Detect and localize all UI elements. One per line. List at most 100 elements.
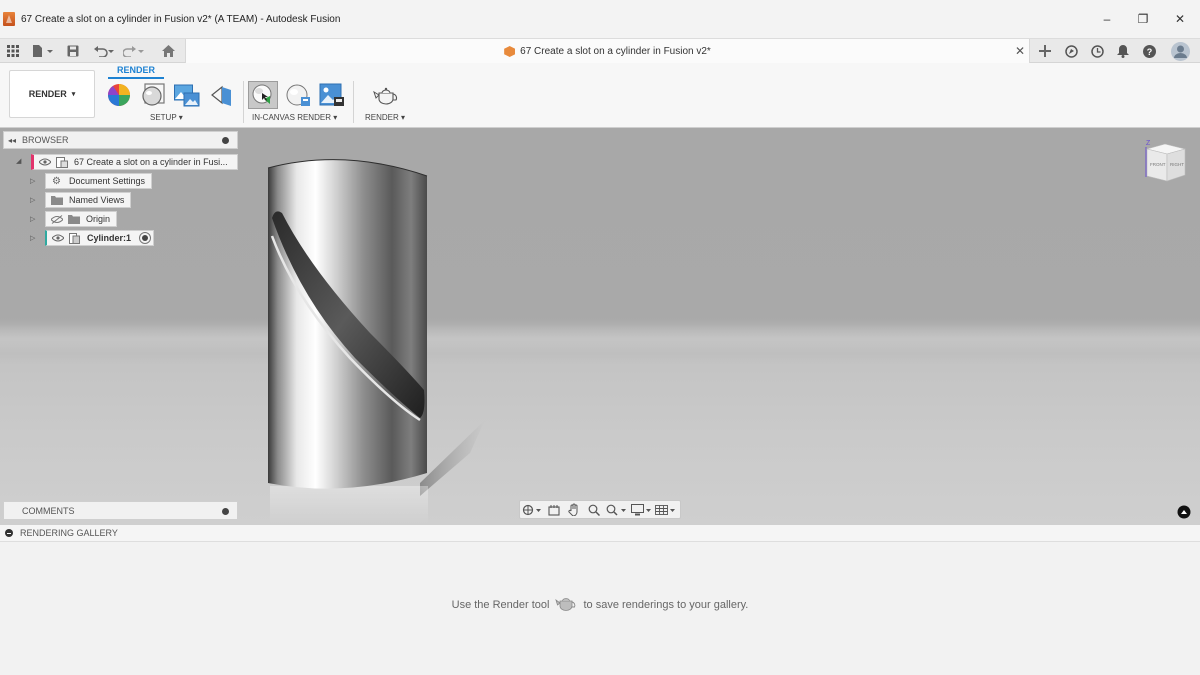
app-grid-icon[interactable]	[6, 43, 20, 59]
fusion-logo-icon	[3, 12, 15, 26]
maximize-button[interactable]: ❐	[1136, 12, 1150, 26]
browser-item-label: Origin	[86, 214, 111, 224]
document-tab[interactable]: 67 Create a slot on a cylinder in Fusion…	[185, 39, 1030, 64]
expand-triangle-icon[interactable]: ▷	[30, 196, 35, 204]
display-settings-icon[interactable]	[630, 501, 654, 518]
collapse-triangle-icon[interactable]: ◢	[16, 157, 21, 165]
look-at-icon[interactable]	[544, 501, 564, 518]
new-tab-plus-icon[interactable]	[1037, 43, 1053, 59]
expand-triangle-icon[interactable]: ▷	[30, 234, 35, 242]
gallery-message-before: Use the Render tool	[451, 598, 550, 611]
workspace-switcher[interactable]: RENDER ▾	[9, 70, 95, 118]
design-document-icon	[504, 46, 516, 57]
scene-settings-icon[interactable]	[174, 83, 200, 107]
pan-hand-icon[interactable]	[564, 501, 584, 518]
hidden-eye-icon[interactable]	[50, 214, 63, 224]
user-avatar-icon[interactable]	[1170, 41, 1190, 61]
visibility-eye-icon[interactable]	[38, 157, 51, 167]
document-settings-chip[interactable]: ⚙ Document Settings	[45, 173, 153, 189]
browser-item-origin[interactable]: ▷ Origin	[30, 211, 118, 227]
job-status-icon[interactable]	[1089, 43, 1105, 59]
gear-icon: ⚙	[52, 175, 61, 187]
title-bar: 67 Create a slot on a cylinder in Fusion…	[0, 0, 1200, 38]
origin-chip[interactable]: Origin	[45, 211, 118, 227]
minimize-button[interactable]: –	[1100, 12, 1114, 26]
browser-item-cylinder[interactable]: ▷ Cylinder:1	[30, 230, 155, 246]
render-teapot-icon[interactable]	[373, 83, 401, 107]
in-canvas-render-settings-icon[interactable]	[285, 83, 310, 107]
comments-add-icon[interactable]	[222, 508, 229, 515]
cylinder-model[interactable]	[0, 128, 1200, 524]
render-teapot-icon	[555, 594, 577, 615]
appearance-icon[interactable]	[107, 83, 131, 107]
view-cube-right-label[interactable]: RIGHT	[1170, 162, 1184, 167]
rendering-gallery-header[interactable]: RENDERING GALLERY	[0, 524, 1200, 542]
gallery-message-after: to save renderings to your gallery.	[583, 598, 749, 611]
browser-item-named-views[interactable]: ▷ Named Views	[30, 192, 132, 208]
render-preview-toggle-icon[interactable]	[1177, 505, 1191, 519]
zoom-icon[interactable]	[584, 501, 604, 518]
in-canvas-render-icon[interactable]	[248, 81, 278, 109]
cylinder-component-chip[interactable]: Cylinder:1	[45, 230, 155, 246]
window-title: 67 Create a slot on a cylinder in Fusion…	[21, 13, 341, 25]
collapse-gallery-icon[interactable]	[5, 529, 13, 537]
browser-collapse-icon[interactable]: ◂◂	[8, 136, 16, 145]
browser-title: BROWSER	[22, 135, 69, 145]
render-group-label[interactable]: RENDER ▾	[365, 113, 405, 122]
view-cube-axis-label: Z	[1146, 140, 1151, 147]
ribbon-toolbar: RENDER ▾ RENDER SETUP ▾ IN-CANVAS RENDER…	[0, 63, 1200, 128]
orbit-icon[interactable]	[520, 501, 544, 518]
close-tab-button[interactable]: ✕	[1015, 44, 1025, 58]
browser-item-label: Document Settings	[69, 176, 146, 186]
rendering-gallery-body: Use the Render tool to save renderings t…	[0, 542, 1200, 675]
close-window-button[interactable]: ✕	[1173, 12, 1187, 26]
browser-panel-header: ◂◂ BROWSER	[3, 131, 238, 149]
comments-panel-header[interactable]: COMMENTS	[3, 501, 238, 520]
browser-item-label: Cylinder:1	[87, 233, 132, 243]
browser-item-document-settings[interactable]: ▷ ⚙ Document Settings	[30, 173, 153, 189]
rendering-gallery-title: RENDERING GALLERY	[20, 528, 118, 538]
save-icon[interactable]	[66, 43, 80, 59]
document-tab-title: 67 Create a slot on a cylinder in Fusion…	[520, 46, 711, 57]
grid-snaps-icon[interactable]	[654, 501, 678, 518]
folder-icon	[50, 195, 63, 206]
file-menu-icon[interactable]	[31, 43, 55, 59]
activate-component-radio-icon[interactable]	[139, 232, 152, 244]
quick-access-toolbar: 67 Create a slot on a cylinder in Fusion…	[0, 38, 1200, 64]
navigation-bar	[519, 500, 681, 519]
workspace-label: RENDER	[28, 89, 67, 99]
redo-icon[interactable]	[122, 43, 146, 59]
tab-render[interactable]: RENDER	[108, 65, 164, 79]
canvas-viewport[interactable]: Z FRONT RIGHT	[0, 128, 1200, 524]
root-component-chip[interactable]: 67 Create a slot on a cylinder in Fusi..…	[31, 154, 238, 170]
physical-material-icon[interactable]	[141, 83, 165, 107]
help-icon[interactable]: ?	[1141, 43, 1157, 59]
gallery-empty-message: Use the Render tool to save renderings t…	[0, 594, 1200, 615]
document-component-icon	[55, 156, 68, 168]
view-cube-front-label[interactable]: FRONT	[1150, 162, 1166, 167]
expand-triangle-icon[interactable]: ▷	[30, 215, 35, 223]
browser-item-label: Named Views	[69, 195, 125, 205]
fit-zoom-window-icon[interactable]	[604, 501, 630, 518]
view-cube[interactable]: Z FRONT RIGHT	[1143, 137, 1187, 183]
ribbon-separator	[243, 81, 244, 123]
capture-image-icon[interactable]	[319, 83, 344, 107]
named-views-chip[interactable]: Named Views	[45, 192, 132, 208]
undo-icon[interactable]	[92, 43, 116, 59]
workspace-caret-icon: ▾	[71, 91, 76, 98]
extensions-icon[interactable]	[1063, 43, 1079, 59]
folder-icon	[67, 214, 80, 225]
home-icon[interactable]	[160, 43, 176, 59]
texture-map-controls-icon[interactable]	[210, 83, 234, 107]
comments-title: COMMENTS	[22, 505, 75, 516]
svg-text:?: ?	[1146, 47, 1152, 57]
in-canvas-render-group-label[interactable]: IN-CANVAS RENDER ▾	[252, 113, 337, 122]
expand-triangle-icon[interactable]: ▷	[30, 177, 35, 185]
browser-item-label: 67 Create a slot on a cylinder in Fusi..…	[74, 157, 228, 167]
browser-pin-icon[interactable]	[222, 137, 229, 144]
setup-group-label[interactable]: SETUP ▾	[150, 113, 183, 122]
notifications-bell-icon[interactable]	[1115, 43, 1131, 59]
component-icon	[68, 232, 81, 244]
browser-tree-root[interactable]: ◢ 67 Create a slot on a cylinder in Fusi…	[16, 154, 238, 170]
visibility-eye-icon[interactable]	[51, 233, 64, 243]
